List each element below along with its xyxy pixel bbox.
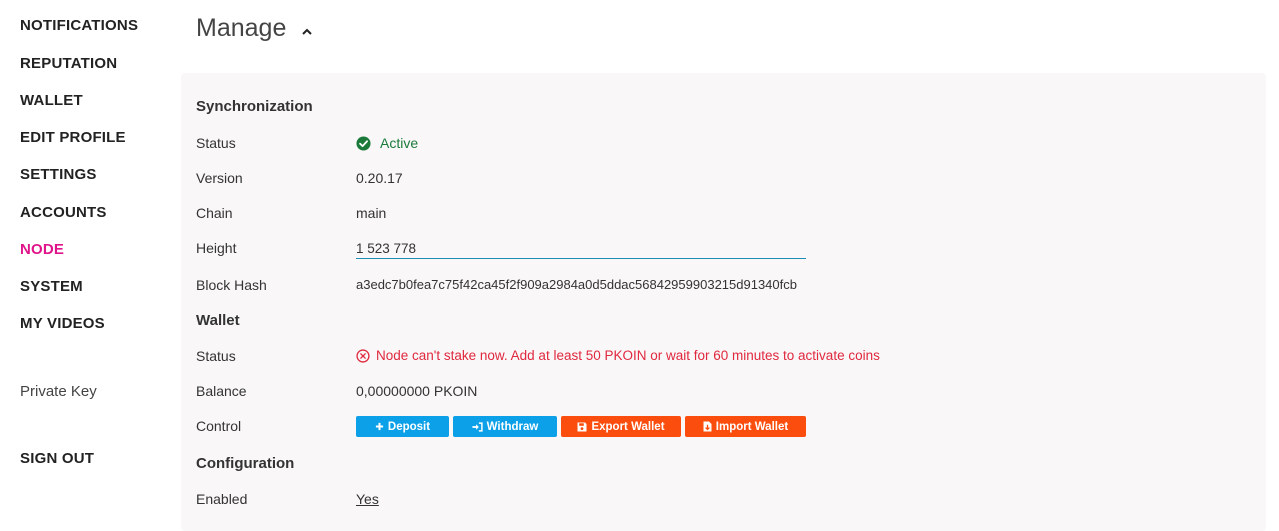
wallet-status-text: Node can't stake now. Add at least 50 PK… xyxy=(376,348,880,363)
sign-out-link[interactable]: SIGN OUT xyxy=(20,450,94,467)
block-hash-value: a3edc7b0fea7c75f42ca45f2f909a2984a0d5dda… xyxy=(356,277,797,292)
wallet-status-label: Status xyxy=(196,348,236,364)
sidebar-item-accounts[interactable]: ACCOUNTS xyxy=(20,204,107,221)
height-input[interactable] xyxy=(356,238,806,259)
import-wallet-button[interactable]: Import Wallet xyxy=(685,416,806,437)
chain-value: main xyxy=(356,205,387,221)
sidebar-item-wallet[interactable]: WALLET xyxy=(20,92,83,109)
sidebar-item-private-key[interactable]: Private Key xyxy=(20,383,97,400)
enabled-label: Enabled xyxy=(196,491,248,507)
sync-status-label: Status xyxy=(196,135,236,151)
configuration-section-title: Configuration xyxy=(196,455,295,472)
x-circle-icon xyxy=(356,348,370,363)
control-label: Control xyxy=(196,418,242,434)
page-title: Manage xyxy=(196,14,287,42)
export-wallet-button-label: Export Wallet xyxy=(591,420,665,433)
sidebar-item-edit-profile[interactable]: EDIT PROFILE xyxy=(20,129,126,146)
version-label: Version xyxy=(196,170,243,186)
sidebar-item-system[interactable]: SYSTEM xyxy=(20,278,83,295)
enabled-value-link[interactable]: Yes xyxy=(356,491,379,507)
sidebar-item-settings[interactable]: SETTINGS xyxy=(20,166,97,183)
chain-label: Chain xyxy=(196,205,233,221)
file-import-icon xyxy=(703,421,712,432)
withdraw-button-label: Withdraw xyxy=(486,420,539,433)
sync-status-value: Active xyxy=(356,135,418,151)
block-hash-label: Block Hash xyxy=(196,277,267,293)
sign-in-icon xyxy=(472,421,483,432)
withdraw-button[interactable]: Withdraw xyxy=(453,416,557,437)
height-label: Height xyxy=(196,240,237,256)
export-wallet-button[interactable]: Export Wallet xyxy=(561,416,681,437)
wallet-status-value: Node can't stake now. Add at least 50 PK… xyxy=(356,348,880,363)
sidebar-item-my-videos[interactable]: MY VIDEOS xyxy=(20,315,105,332)
deposit-button-label: Deposit xyxy=(387,420,431,433)
balance-label: Balance xyxy=(196,383,247,399)
sync-status-text: Active xyxy=(380,135,419,151)
sidebar-item-notifications[interactable]: NOTIFICATIONS xyxy=(20,17,138,34)
version-value: 0.20.17 xyxy=(356,170,403,186)
balance-value: 0,00000000 PKOIN xyxy=(356,383,478,399)
deposit-button[interactable]: Deposit xyxy=(356,416,449,437)
collapse-toggle-button[interactable] xyxy=(298,22,316,40)
wallet-section-title: Wallet xyxy=(196,312,240,329)
save-icon xyxy=(577,422,587,431)
enabled-toggle[interactable]: Yes xyxy=(356,491,379,507)
sidebar-item-node[interactable]: NODE xyxy=(20,241,64,258)
node-manage-panel xyxy=(181,73,1266,531)
synchronization-section-title: Synchronization xyxy=(196,98,313,115)
plus-icon xyxy=(375,422,384,431)
check-circle-icon xyxy=(356,135,371,151)
import-wallet-button-label: Import Wallet xyxy=(715,420,789,433)
chevron-up-icon xyxy=(302,28,312,35)
sidebar-item-reputation[interactable]: REPUTATION xyxy=(20,55,117,72)
